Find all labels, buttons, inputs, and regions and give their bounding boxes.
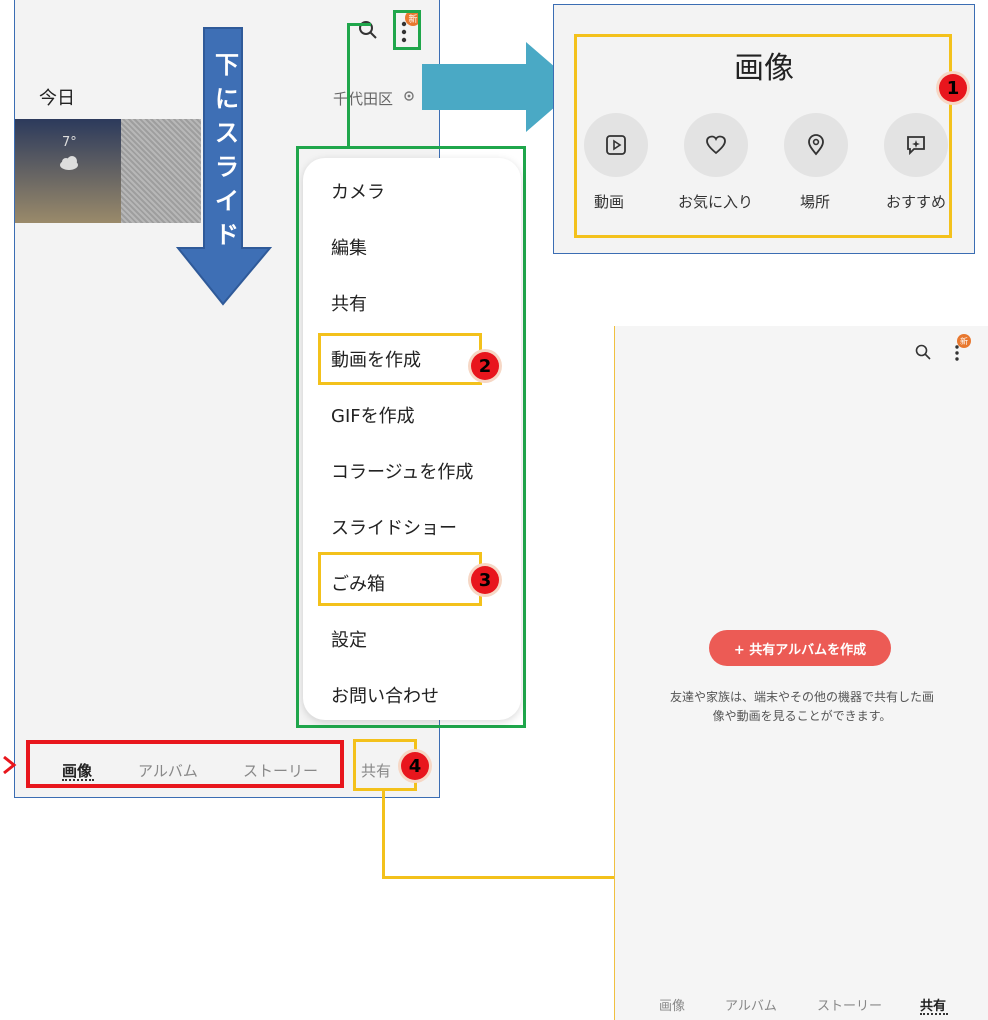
description-line-2: 像や動画を見ることができます。 (712, 709, 892, 723)
callout-box-create-video (318, 333, 482, 385)
menu-item-slideshow[interactable]: スライドショー (331, 514, 457, 540)
nav-highlight-frame (26, 740, 344, 788)
shared-album-description: 友達や家族は、端末やその他の機器で共有した画 像や動画を見ることができます。 (627, 688, 977, 726)
connector-vertical (382, 791, 385, 879)
left-pointer-arrow (3, 755, 17, 775)
callout-number-2: 2 (471, 352, 499, 380)
new-badge: 新 (957, 334, 971, 348)
cloud-icon (60, 156, 78, 170)
description-line-1: 友達や家族は、端末やその他の機器で共有した画 (669, 690, 934, 704)
create-shared-album-button[interactable]: + 共有アルバムを作成 (709, 630, 891, 666)
active-tab-indicator (920, 1013, 948, 1015)
menu-item-edit[interactable]: 編集 (331, 234, 367, 260)
location-label: 千代田区 (333, 90, 394, 108)
connector-horizontal (382, 876, 615, 879)
menu-item-create-gif[interactable]: GIFを作成 (331, 402, 415, 428)
menu-item-contact[interactable]: お問い合わせ (331, 682, 439, 708)
overflow-menu: カメラ 編集 共有 動画を作成 GIFを作成 コラージュを作成 スライドショー … (303, 158, 521, 720)
section-today-title: 今日 (39, 88, 75, 109)
nav-tab-shared[interactable]: 共有 (920, 995, 946, 1014)
search-icon[interactable] (915, 344, 931, 360)
photo-thumbnail-weather[interactable]: 7° (15, 119, 121, 223)
menu-item-create-collage[interactable]: コラージュを作成 (331, 458, 473, 484)
menu-item-settings[interactable]: 設定 (331, 626, 367, 652)
right-phone-screen-shared: 新 友達や家族は、端末やその他の機器で共有した画 像や動画を見ることができます。… (614, 326, 988, 1020)
weather-temp: 7° (62, 135, 77, 150)
callout-number-3: 3 (471, 566, 499, 594)
slide-instruction-text: 下にスライド (215, 51, 239, 249)
menu-item-camera[interactable]: カメラ (331, 178, 385, 204)
categories-highlight-frame (574, 34, 952, 238)
green-connector-top (347, 23, 371, 26)
nav-tab-images[interactable]: 画像 (659, 995, 685, 1014)
more-options-highlight (393, 10, 421, 50)
location-pin-icon (404, 91, 414, 101)
nav-tab-albums[interactable]: アルバム (725, 995, 777, 1014)
callout-number-4: 4 (401, 752, 429, 780)
menu-item-share[interactable]: 共有 (331, 290, 367, 316)
green-connector-vertical (347, 23, 350, 147)
callout-box-trash (318, 552, 482, 606)
nav-tab-stories[interactable]: ストーリー (817, 995, 882, 1014)
more-options-icon[interactable] (955, 344, 959, 362)
callout-number-1: 1 (939, 74, 967, 102)
